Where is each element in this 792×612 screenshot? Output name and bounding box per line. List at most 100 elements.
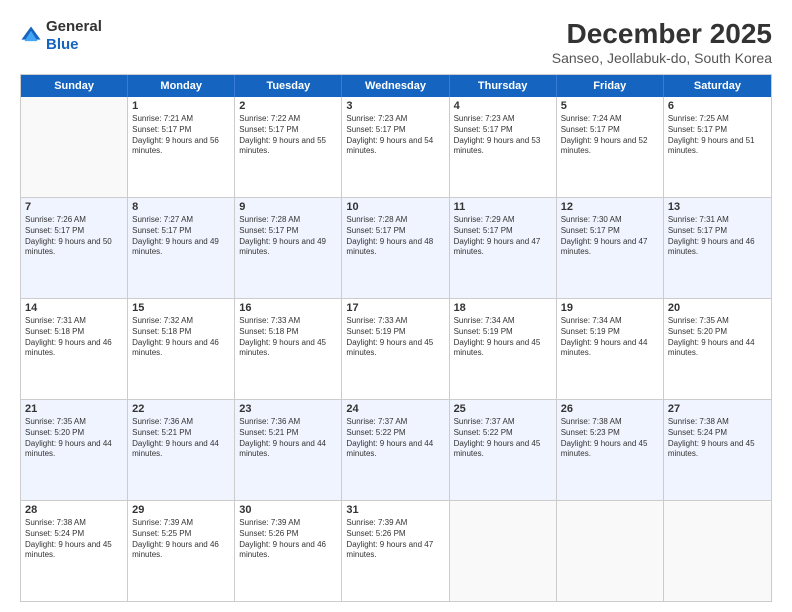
cell-info: Sunrise: 7:34 AM Sunset: 5:19 PM Dayligh…: [561, 316, 659, 359]
header: General Blue December 2025 Sanseo, Jeoll…: [20, 18, 772, 66]
calendar-cell: 19 Sunrise: 7:34 AM Sunset: 5:19 PM Dayli…: [557, 299, 664, 399]
day-number: 22: [132, 403, 230, 415]
calendar-cell: 11 Sunrise: 7:29 AM Sunset: 5:17 PM Dayli…: [450, 198, 557, 298]
cell-info: Sunrise: 7:37 AM Sunset: 5:22 PM Dayligh…: [454, 417, 552, 460]
day-number: 28: [25, 504, 123, 516]
cell-info: Sunrise: 7:25 AM Sunset: 5:17 PM Dayligh…: [668, 114, 767, 157]
calendar-cell: 31Sunrise: 7:39 AM Sunset: 5:26 PM Dayli…: [342, 501, 449, 601]
cell-info: Sunrise: 7:35 AM Sunset: 5:20 PM Dayligh…: [25, 417, 123, 460]
calendar-cell: [557, 501, 664, 601]
calendar-cell: [21, 97, 128, 197]
calendar-cell: 15 Sunrise: 7:32 AM Sunset: 5:18 PM Dayli…: [128, 299, 235, 399]
cell-info: Sunrise: 7:22 AM Sunset: 5:17 PM Dayligh…: [239, 114, 337, 157]
calendar-row: 1 Sunrise: 7:21 AM Sunset: 5:17 PM Daylig…: [21, 97, 771, 197]
calendar-cell: 28Sunrise: 7:38 AM Sunset: 5:24 PM Dayli…: [21, 501, 128, 601]
calendar-row: 21 Sunrise: 7:35 AM Sunset: 5:20 PM Dayli…: [21, 399, 771, 500]
calendar-cell: 26 Sunrise: 7:38 AM Sunset: 5:23 PM Dayli…: [557, 400, 664, 500]
cell-info: Sunrise: 7:31 AM Sunset: 5:18 PM Dayligh…: [25, 316, 123, 359]
logo-general: General: [46, 18, 102, 35]
subtitle: Sanseo, Jeollabuk-do, South Korea: [552, 50, 772, 66]
day-number: 14: [25, 302, 123, 314]
calendar-row: 14 Sunrise: 7:31 AM Sunset: 5:18 PM Dayli…: [21, 298, 771, 399]
day-number: 12: [561, 201, 659, 213]
calendar: Sunday Monday Tuesday Wednesday Thursday…: [20, 74, 772, 602]
day-number: 15: [132, 302, 230, 314]
cell-info: Sunrise: 7:23 AM Sunset: 5:17 PM Dayligh…: [454, 114, 552, 157]
cell-info: Sunrise: 7:33 AM Sunset: 5:18 PM Dayligh…: [239, 316, 337, 359]
day-number: 13: [668, 201, 767, 213]
day-number: 25: [454, 403, 552, 415]
day-number: 6: [668, 100, 767, 112]
calendar-cell: 2 Sunrise: 7:22 AM Sunset: 5:17 PM Daylig…: [235, 97, 342, 197]
logo-blue: Blue: [46, 36, 79, 53]
day-number: 29: [132, 504, 230, 516]
calendar-cell: 16Sunrise: 7:33 AM Sunset: 5:18 PM Dayli…: [235, 299, 342, 399]
title-block: December 2025 Sanseo, Jeollabuk-do, Sout…: [552, 18, 772, 66]
day-number: 19: [561, 302, 659, 314]
day-number: 23: [239, 403, 337, 415]
day-number: 20: [668, 302, 767, 314]
header-friday: Friday: [557, 75, 664, 97]
cell-info: Sunrise: 7:28 AM Sunset: 5:17 PM Dayligh…: [346, 215, 444, 258]
cell-info: Sunrise: 7:33 AM Sunset: 5:19 PM Dayligh…: [346, 316, 444, 359]
calendar-cell: 22 Sunrise: 7:36 AM Sunset: 5:21 PM Dayli…: [128, 400, 235, 500]
cell-info: Sunrise: 7:35 AM Sunset: 5:20 PM Dayligh…: [668, 316, 767, 359]
calendar-cell: [450, 501, 557, 601]
cell-info: Sunrise: 7:39 AM Sunset: 5:25 PM Dayligh…: [132, 518, 230, 561]
day-number: 30: [239, 504, 337, 516]
header-tuesday: Tuesday: [235, 75, 342, 97]
day-number: 27: [668, 403, 767, 415]
header-monday: Monday: [128, 75, 235, 97]
day-number: 10: [346, 201, 444, 213]
calendar-cell: 10 Sunrise: 7:28 AM Sunset: 5:17 PM Dayli…: [342, 198, 449, 298]
day-number: 11: [454, 201, 552, 213]
day-number: 8: [132, 201, 230, 213]
cell-info: Sunrise: 7:23 AM Sunset: 5:17 PM Dayligh…: [346, 114, 444, 157]
cell-info: Sunrise: 7:31 AM Sunset: 5:17 PM Dayligh…: [668, 215, 767, 258]
cell-info: Sunrise: 7:38 AM Sunset: 5:24 PM Dayligh…: [668, 417, 767, 460]
calendar-cell: 29 Sunrise: 7:39 AM Sunset: 5:25 PM Dayli…: [128, 501, 235, 601]
cell-info: Sunrise: 7:27 AM Sunset: 5:17 PM Dayligh…: [132, 215, 230, 258]
day-number: 17: [346, 302, 444, 314]
day-number: 21: [25, 403, 123, 415]
day-number: 26: [561, 403, 659, 415]
calendar-cell: 9Sunrise: 7:28 AM Sunset: 5:17 PM Daylig…: [235, 198, 342, 298]
cell-info: Sunrise: 7:36 AM Sunset: 5:21 PM Dayligh…: [132, 417, 230, 460]
cell-info: Sunrise: 7:26 AM Sunset: 5:17 PM Dayligh…: [25, 215, 123, 258]
calendar-cell: 21 Sunrise: 7:35 AM Sunset: 5:20 PM Dayli…: [21, 400, 128, 500]
calendar-cell: 23 Sunrise: 7:36 AM Sunset: 5:21 PM Dayli…: [235, 400, 342, 500]
day-number: 5: [561, 100, 659, 112]
logo: General Blue: [20, 18, 102, 54]
header-wednesday: Wednesday: [342, 75, 449, 97]
cell-info: Sunrise: 7:29 AM Sunset: 5:17 PM Dayligh…: [454, 215, 552, 258]
day-number: 24: [346, 403, 444, 415]
calendar-cell: 6 Sunrise: 7:25 AM Sunset: 5:17 PM Daylig…: [664, 97, 771, 197]
header-sunday: Sunday: [21, 75, 128, 97]
cell-info: Sunrise: 7:38 AM Sunset: 5:23 PM Dayligh…: [561, 417, 659, 460]
cell-info: Sunrise: 7:21 AM Sunset: 5:17 PM Dayligh…: [132, 114, 230, 157]
page: General Blue December 2025 Sanseo, Jeoll…: [0, 0, 792, 612]
day-number: 2: [239, 100, 337, 112]
cell-info: Sunrise: 7:37 AM Sunset: 5:22 PM Dayligh…: [346, 417, 444, 460]
calendar-body: 1 Sunrise: 7:21 AM Sunset: 5:17 PM Daylig…: [21, 97, 771, 601]
calendar-cell: 20 Sunrise: 7:35 AM Sunset: 5:20 PM Dayli…: [664, 299, 771, 399]
day-number: 1: [132, 100, 230, 112]
logo-icon: [20, 25, 42, 47]
day-number: 18: [454, 302, 552, 314]
calendar-cell: 17 Sunrise: 7:33 AM Sunset: 5:19 PM Dayli…: [342, 299, 449, 399]
cell-info: Sunrise: 7:39 AM Sunset: 5:26 PM Dayligh…: [239, 518, 337, 561]
cell-info: Sunrise: 7:32 AM Sunset: 5:18 PM Dayligh…: [132, 316, 230, 359]
header-thursday: Thursday: [450, 75, 557, 97]
cell-info: Sunrise: 7:30 AM Sunset: 5:17 PM Dayligh…: [561, 215, 659, 258]
cell-info: Sunrise: 7:34 AM Sunset: 5:19 PM Dayligh…: [454, 316, 552, 359]
calendar-cell: 3Sunrise: 7:23 AM Sunset: 5:17 PM Daylig…: [342, 97, 449, 197]
calendar-cell: 5 Sunrise: 7:24 AM Sunset: 5:17 PM Daylig…: [557, 97, 664, 197]
calendar-cell: 12 Sunrise: 7:30 AM Sunset: 5:17 PM Dayli…: [557, 198, 664, 298]
day-number: 7: [25, 201, 123, 213]
cell-info: Sunrise: 7:36 AM Sunset: 5:21 PM Dayligh…: [239, 417, 337, 460]
calendar-cell: 14 Sunrise: 7:31 AM Sunset: 5:18 PM Dayli…: [21, 299, 128, 399]
calendar-cell: 27 Sunrise: 7:38 AM Sunset: 5:24 PM Dayli…: [664, 400, 771, 500]
cell-info: Sunrise: 7:39 AM Sunset: 5:26 PM Dayligh…: [346, 518, 444, 561]
month-title: December 2025: [552, 18, 772, 50]
cell-info: Sunrise: 7:24 AM Sunset: 5:17 PM Dayligh…: [561, 114, 659, 157]
